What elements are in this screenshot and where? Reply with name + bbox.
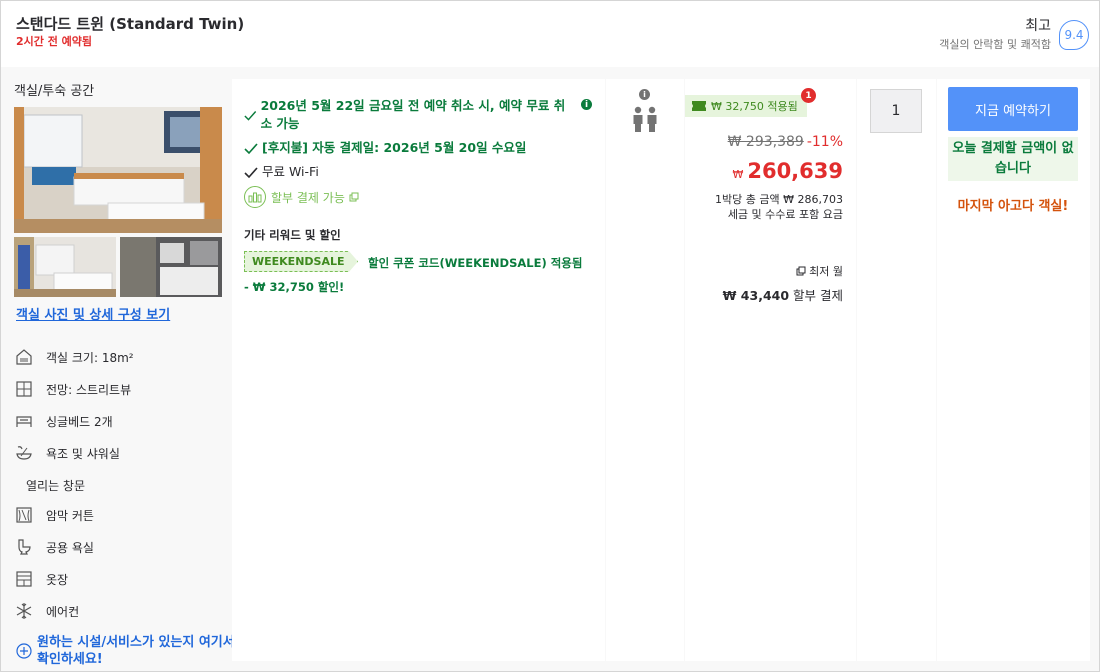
- room-title: 스탠다드 트윈 (Standard Twin): [16, 15, 245, 33]
- feature-air-conditioning: 에어컨: [14, 600, 79, 622]
- monthly-label-text: 최저 월: [809, 265, 843, 278]
- benefit-wifi: 무료 Wi-Fi: [244, 163, 319, 181]
- room-section-label: 객실/투숙 공간: [14, 84, 95, 99]
- price-cell: ₩ 32,750 적용됨 1 ₩ 293,389 -11% ₩ 260,639 1…: [685, 79, 856, 661]
- score-subtitle: 객실의 안락함 및 쾌적함: [939, 38, 1051, 51]
- check-icon: [244, 111, 257, 121]
- booking-cell: 지금 예약하기 오늘 결제할 금액이 없습니다 마지막 아고다 객실!: [937, 79, 1090, 661]
- coupon-code-tag: WEEKENDSALE: [244, 251, 358, 272]
- occupancy-info-icon[interactable]: i: [639, 89, 650, 100]
- discount-percent: -11%: [806, 134, 843, 150]
- final-price: ₩ 260,639: [732, 159, 843, 183]
- bed-icon: [14, 411, 34, 431]
- snowflake-icon: [14, 601, 34, 621]
- amenities-more-link[interactable]: 원하는 시설/서비스가 있는지 여기서 확인하세요!: [16, 634, 237, 668]
- quantity-cell: 1: [857, 79, 936, 661]
- feature-label: 옷장: [46, 572, 69, 587]
- wardrobe-icon: [14, 569, 34, 589]
- occupancy-cell: i: [606, 79, 684, 661]
- monthly-amount-suffix: 할부 결제: [789, 288, 843, 303]
- benefit-label: 무료 Wi-Fi: [262, 164, 319, 179]
- score-label: 최고: [1025, 18, 1051, 34]
- room-photo-thumb-2[interactable]: [120, 237, 222, 297]
- last-room-alert: 마지막 아고다 객실!: [957, 199, 1069, 214]
- monthly-amount-value: ₩ 43,440: [722, 288, 790, 303]
- benefit-postpay: [후지불] 자동 결제일: 2026년 5월 20일 수요일: [244, 139, 526, 157]
- review-score-badge: 9.4: [1059, 20, 1089, 50]
- feature-label: 싱글베드 2개: [46, 414, 113, 429]
- feature-bath: 욕조 및 샤워실: [14, 442, 120, 464]
- amenities-more-label: 원하는 시설/서비스가 있는지 여기서 확인하세요!: [37, 635, 235, 667]
- room-photos-link[interactable]: 객실 사진 및 상세 구성 보기: [16, 304, 170, 323]
- monthly-installment-amount: ₩ 43,440 할부 결제: [723, 285, 843, 304]
- two-adults-icon: [633, 106, 657, 132]
- room-photo-thumb-1[interactable]: [14, 237, 116, 297]
- coupon-applied-badge: ₩ 32,750 적용됨: [685, 95, 807, 117]
- recently-booked-label: 2시간 전 예약됨: [16, 35, 93, 48]
- room-details-column: 객실/투숙 공간 객실 사진 및 상세 구성 보기 객실 크기: 18m² 전망…: [1, 67, 235, 671]
- room-offer-card: 스탠다드 트윈 (Standard Twin) 2시간 전 예약됨 최고 객실의…: [0, 0, 1100, 672]
- room-photo-main[interactable]: [14, 107, 222, 233]
- feature-label: 에어컨: [46, 604, 80, 619]
- coupon-savings: - ₩ 32,750 할인!: [244, 280, 345, 294]
- toilet-icon: [14, 537, 34, 557]
- feature-wardrobe: 옷장: [14, 568, 68, 590]
- feature-window: 열리는 창문: [26, 474, 85, 496]
- check-icon: [244, 167, 258, 179]
- external-link-icon: [796, 266, 806, 276]
- feature-room-size: 객실 크기: 18m²: [14, 346, 134, 368]
- room-quantity-select[interactable]: 1: [870, 89, 922, 133]
- benefits-cell: 2026년 5월 22일 금요일 전 예약 취소 시, 예약 무료 취소 가능 …: [232, 79, 605, 661]
- promotion-count-badge: 1: [801, 88, 816, 103]
- coupon-icon: [692, 101, 706, 111]
- tax-included-note: 세금 및 수수료 포함 요금: [727, 208, 843, 221]
- feature-label: 욕조 및 샤워실: [46, 446, 120, 461]
- feature-curtain: 암막 커튼: [14, 504, 94, 526]
- room-photo-image: [14, 107, 222, 233]
- book-now-button[interactable]: 지금 예약하기: [948, 87, 1078, 131]
- final-price-value: 260,639: [747, 159, 843, 183]
- per-night-total: 1박당 총 금액 ₩ 286,703: [715, 193, 843, 206]
- check-icon: [244, 143, 258, 155]
- feature-shared-bathroom: 공용 욕실: [14, 536, 94, 558]
- original-price-value: ₩ 293,389: [727, 134, 804, 150]
- benefit-label: 2026년 5월 22일 금요일 전 예약 취소 시, 예약 무료 취소 가능: [260, 98, 566, 131]
- feature-label: 열리는 창문: [26, 478, 86, 493]
- feature-beds: 싱글베드 2개: [14, 410, 113, 432]
- external-link-icon: [349, 192, 359, 202]
- feature-label: 전망: 스트리트뷰: [46, 382, 132, 397]
- feature-view: 전망: 스트리트뷰: [14, 378, 131, 400]
- feature-label: 암막 커튼: [46, 508, 94, 523]
- curtain-icon: [14, 505, 34, 525]
- room-header: 스탠다드 트윈 (Standard Twin) 2시간 전 예약됨 최고 객실의…: [1, 1, 1099, 67]
- pay-later-note: 오늘 결제할 금액이 없습니다: [948, 137, 1078, 181]
- room-photo-thumb-2-image: [120, 237, 222, 297]
- currency-symbol: ₩: [732, 168, 744, 181]
- coupon-applied-label: ₩ 32,750 적용됨: [711, 100, 798, 113]
- benefit-label: [후지불] 자동 결제일: 2026년 5월 20일 수요일: [262, 140, 527, 155]
- installment-icon: [244, 186, 266, 208]
- feature-label: 공용 욕실: [46, 540, 94, 555]
- room-size-icon: [14, 347, 34, 367]
- feature-label: 객실 크기: 18m²: [46, 350, 134, 365]
- original-price: ₩ 293,389 -11%: [728, 134, 843, 150]
- room-photo-thumb-1-image: [14, 237, 116, 297]
- cancellation-info-icon[interactable]: i: [581, 99, 592, 110]
- plus-circle-icon: [16, 643, 32, 659]
- monthly-installment-label[interactable]: 최저 월: [796, 263, 843, 279]
- view-icon: [14, 379, 34, 399]
- installment-label: 할부 결제 가능: [271, 190, 345, 205]
- benefit-free-cancellation: 2026년 5월 22일 금요일 전 예약 취소 시, 예약 무료 취소 가능: [244, 97, 569, 133]
- rewards-title: 기타 리워드 및 할인: [244, 228, 341, 242]
- bath-icon: [14, 443, 34, 463]
- installment-option[interactable]: 할부 결제 가능: [244, 186, 359, 208]
- coupon-applied-text: 할인 쿠폰 코드(WEEKENDSALE) 적용됨: [368, 256, 583, 270]
